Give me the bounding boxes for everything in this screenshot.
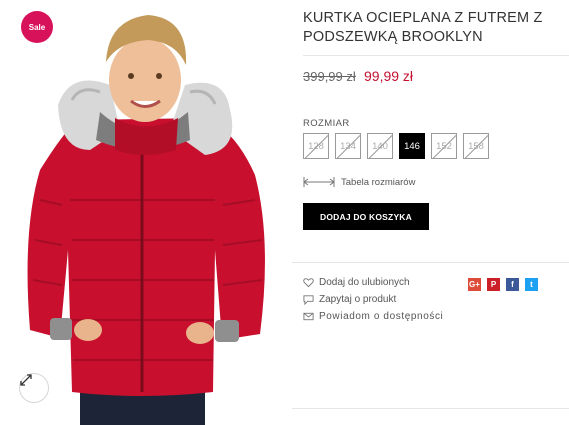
wishlist-label: Dodaj do ulubionych — [319, 277, 410, 288]
size-options: 128 134 140 146 152 158 — [303, 133, 489, 159]
size-label: ROZMIAR — [303, 118, 350, 129]
size-option-128[interactable]: 128 — [303, 133, 329, 159]
notify-label: Powiadom o dostępności — [319, 311, 444, 322]
jacket-photo — [27, 15, 265, 425]
expand-icon — [20, 374, 32, 386]
facebook-share-icon[interactable]: f — [506, 278, 519, 291]
size-option-146[interactable]: 146 — [399, 133, 425, 159]
ask-label: Zapytaj o produkt — [319, 294, 397, 305]
ruler-icon — [303, 177, 335, 187]
size-option-140[interactable]: 140 — [367, 133, 393, 159]
envelope-icon — [303, 312, 314, 321]
product-actions: Dodaj do ulubionych Zapytaj o produkt Po… — [303, 276, 453, 327]
product-image[interactable]: Sale — [0, 0, 282, 425]
add-to-wishlist-link[interactable]: Dodaj do ulubionych — [303, 276, 453, 289]
social-share: G+ P f t — [468, 278, 538, 291]
size-option-134[interactable]: 134 — [335, 133, 361, 159]
size-table-label: Tabela rozmiarów — [341, 176, 416, 188]
size-option-152[interactable]: 152 — [431, 133, 457, 159]
product-title: KURTKA OCIEPLANA Z FUTREM Z PODSZEWKĄ BR… — [303, 10, 543, 45]
heart-icon — [303, 278, 314, 288]
divider — [292, 262, 569, 263]
speech-bubble-icon — [303, 295, 314, 305]
size-option-158[interactable]: 158 — [463, 133, 489, 159]
old-price: 399,99 zł — [303, 69, 356, 84]
sale-price: 99,99 zł — [364, 68, 414, 84]
sale-badge: Sale — [21, 11, 53, 43]
zoom-button[interactable] — [19, 373, 49, 403]
size-table-link[interactable]: Tabela rozmiarów — [303, 176, 415, 188]
google-plus-share-icon[interactable]: G+ — [468, 278, 481, 291]
pinterest-share-icon[interactable]: P — [487, 278, 500, 291]
add-to-cart-button[interactable]: DODAJ DO KOSZYKA — [303, 203, 429, 230]
ask-about-product-link[interactable]: Zapytaj o produkt — [303, 293, 453, 306]
notify-availability-link[interactable]: Powiadom o dostępności — [303, 310, 453, 323]
divider — [292, 408, 569, 409]
divider — [303, 55, 569, 56]
sale-badge-label: Sale — [28, 22, 46, 32]
twitter-share-icon[interactable]: t — [525, 278, 538, 291]
